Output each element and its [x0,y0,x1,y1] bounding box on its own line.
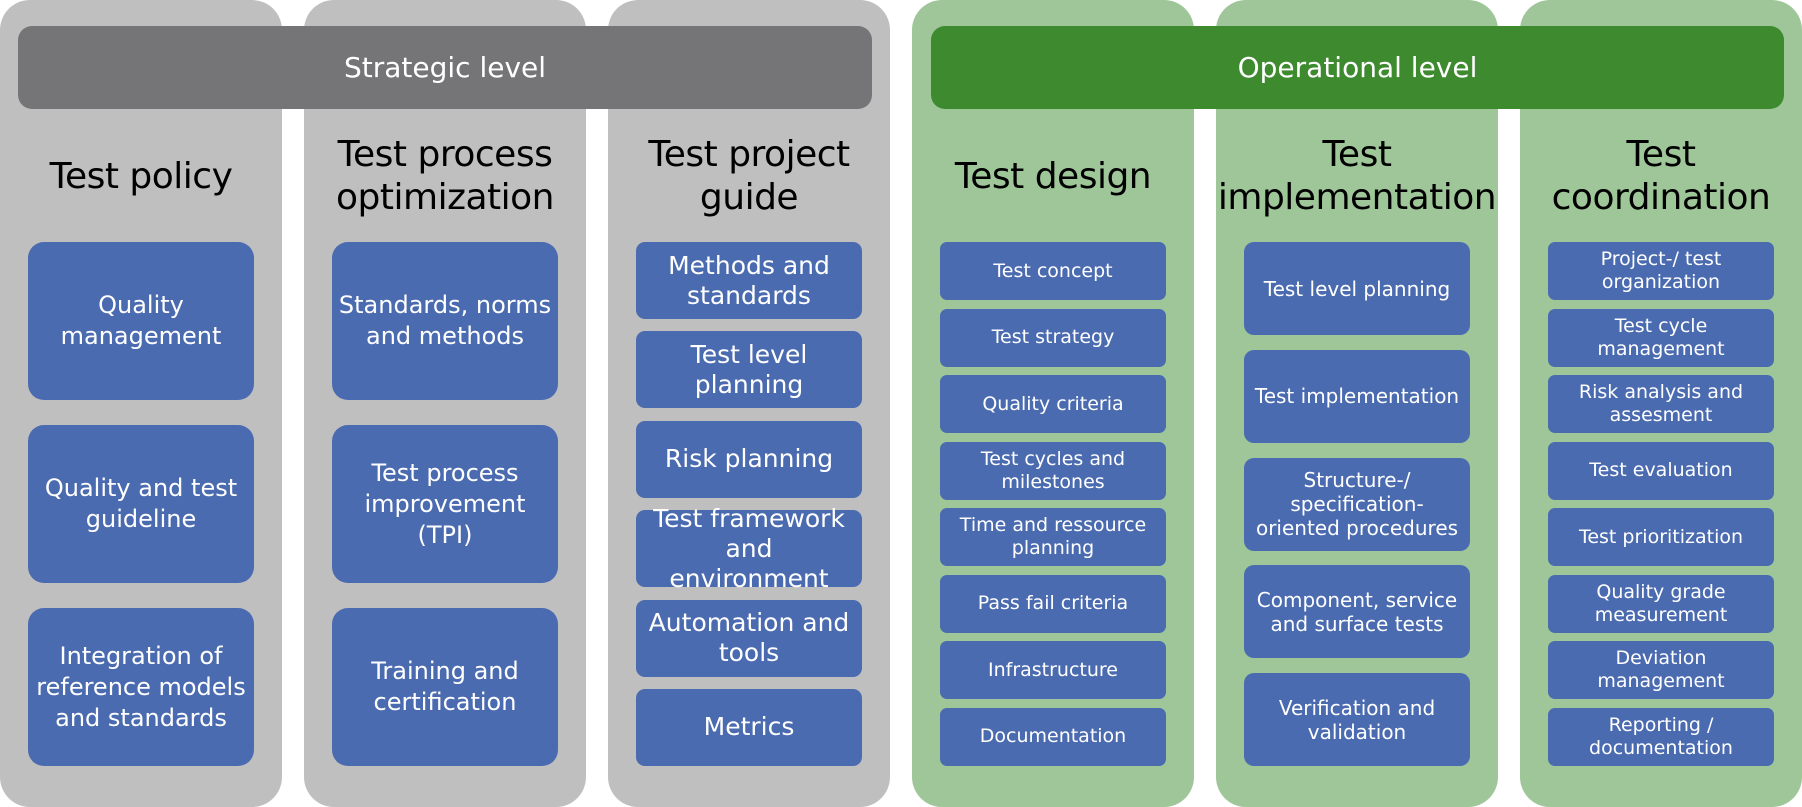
item-box[interactable]: Standards, norms and methods [332,242,558,400]
item-box[interactable]: Reporting / documentation [1548,707,1774,766]
item-box[interactable]: Test prioritization [1548,508,1774,567]
item-box[interactable]: Quality criteria [940,375,1166,434]
item-box[interactable]: Test evaluation [1548,441,1774,500]
strategic-level-banner: Strategic level [18,26,872,109]
item-box[interactable]: Test cycle management [1548,308,1774,367]
column-test-coordination: Test coordination Project-/ test organiz… [1520,0,1802,807]
column-test-project-guide: Test project guide Methods and standards… [608,0,890,807]
column-title: Test implementation [1217,134,1497,218]
item-box[interactable]: Test concept [940,242,1166,300]
item-box[interactable]: Project-/ test organization [1548,242,1774,300]
item-list: Project-/ test organization Test cycle m… [1548,242,1774,766]
item-list: Methods and standards Test level plannin… [636,242,862,766]
item-list: Quality management Quality and test guid… [28,242,254,766]
item-box[interactable]: Integration of reference models and stan… [28,608,254,766]
column-title: Test project guide [648,134,850,218]
item-box[interactable]: Deviation management [1548,641,1774,700]
item-box[interactable]: Quality grade measurement [1548,574,1774,633]
item-list: Standards, norms and methods Test proces… [332,242,558,766]
item-box[interactable]: Structure-/ specification-oriented proce… [1244,457,1470,551]
item-box[interactable]: Test cycles and milestones [940,441,1166,500]
column-test-process-optimization: Test process optimization Standards, nor… [304,0,586,807]
item-box[interactable]: Infrastructure [940,641,1166,700]
item-box[interactable]: Component, service and surface tests [1244,565,1470,659]
column-test-policy: Test policy Quality management Quality a… [0,0,282,807]
item-box[interactable]: Risk analysis and assesment [1548,375,1774,434]
operational-level-banner: Operational level [931,26,1784,109]
item-box[interactable]: Test implementation [1244,349,1470,443]
item-box[interactable]: Test level planning [1244,242,1470,335]
column-test-implementation: Test implementation Test level planning … [1216,0,1498,807]
item-list: Test concept Test strategy Quality crite… [940,242,1166,766]
item-box[interactable]: Metrics [636,688,862,766]
item-box[interactable]: Automation and tools [636,599,862,677]
item-box[interactable]: Time and ressource planning [940,508,1166,567]
column-title: Test process optimization [336,134,554,218]
item-list: Test level planning Test implementation … [1244,242,1470,766]
item-box[interactable]: Quality and test guideline [28,425,254,583]
column-title: Test design [954,155,1152,197]
item-box[interactable]: Test strategy [940,308,1166,367]
item-box[interactable]: Test level planning [636,331,862,409]
column-test-design: Test design Test concept Test strategy Q… [912,0,1194,807]
item-box[interactable]: Risk planning [636,420,862,498]
item-box[interactable]: Pass fail criteria [940,574,1166,633]
item-box[interactable]: Methods and standards [636,242,862,319]
item-box[interactable]: Documentation [940,707,1166,766]
column-title: Test coordination [1551,134,1771,218]
column-title: Test policy [49,155,233,197]
item-box[interactable]: Test process improvement (TPI) [332,425,558,583]
item-box[interactable]: Verification and validation [1244,673,1470,766]
item-box[interactable]: Test framework and environment [636,504,862,593]
item-box[interactable]: Quality management [28,242,254,400]
item-box[interactable]: Training and certification [332,608,558,766]
